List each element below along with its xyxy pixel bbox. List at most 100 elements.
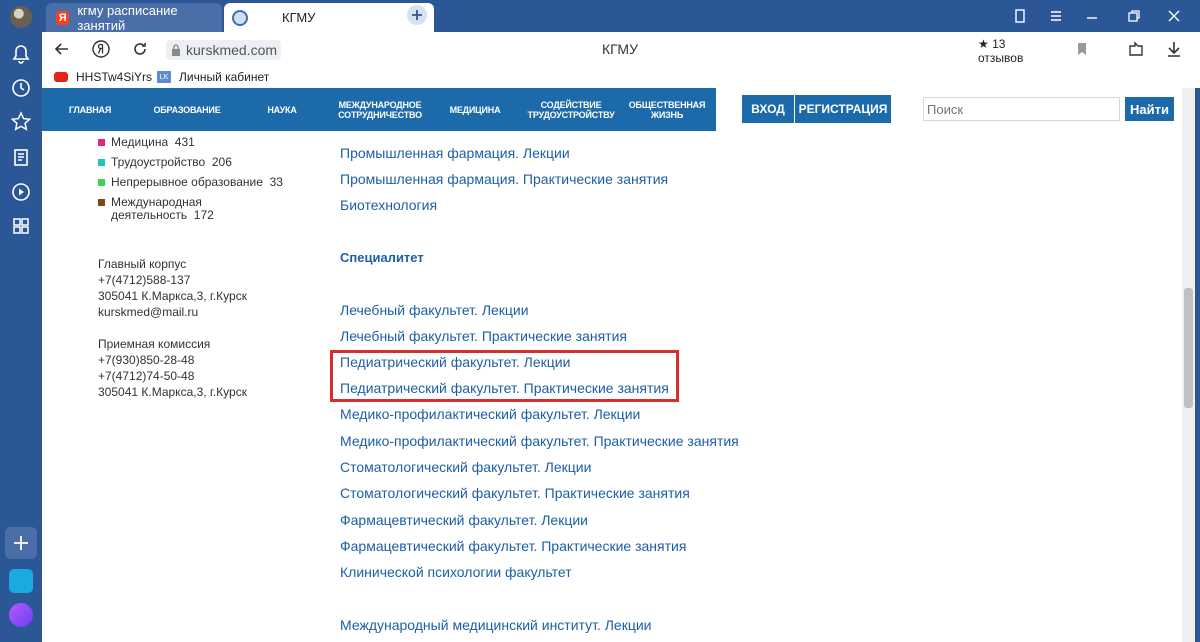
window-frame-edge	[1195, 88, 1200, 642]
browser-sidebar	[0, 0, 42, 642]
highlight-box	[330, 350, 679, 402]
cabinet-icon: LK	[157, 71, 171, 83]
restore-icon[interactable]	[1124, 6, 1144, 26]
stat-color-dot	[98, 199, 105, 206]
contact-phone[interactable]: +7(4712)74-50-48	[98, 368, 247, 384]
close-window-icon[interactable]	[1164, 6, 1184, 26]
yandex-logo-icon[interactable]	[91, 39, 111, 59]
nav-employment[interactable]: СОДЕЙСТВИЕ ТРУДОУСТРОЙСТВУ	[524, 88, 618, 131]
nav-science[interactable]: НАУКА	[260, 88, 304, 131]
contact-email[interactable]: kurskmed@mail.ru	[98, 304, 247, 320]
stat-color-dot	[98, 159, 105, 166]
bookmark-icon[interactable]	[1072, 39, 1092, 59]
contacts-main-building: Главный корпус +7(4712)588-137 305041 К.…	[98, 256, 247, 320]
search-button[interactable]: Найти	[1125, 97, 1174, 121]
site-main-nav: ГЛАВНАЯ ОБРАЗОВАНИЕ НАУКА МЕЖДУНАРОДНОЕ …	[42, 88, 716, 131]
section-title-specialist: Специалитет	[340, 250, 424, 265]
star-icon: ★	[978, 37, 989, 51]
contact-phone[interactable]: +7(930)850-28-48	[98, 352, 247, 368]
bell-icon[interactable]	[9, 43, 33, 67]
profile-avatar[interactable]	[10, 6, 32, 28]
stat-color-dot	[98, 139, 105, 146]
scrollbar-thumb[interactable]	[1184, 288, 1193, 408]
yandex-icon: Я	[56, 10, 70, 25]
bookmark-youtube[interactable]: HHSTw4SiYrs	[54, 70, 152, 84]
tab-label: кгму расписание занятий	[77, 2, 178, 33]
contact-heading: Приемная комиссия	[98, 337, 211, 351]
contact-heading: Главный корпус	[98, 257, 187, 271]
url-text: kurskmed.com	[186, 42, 278, 58]
messenger-app-icon[interactable]	[9, 569, 33, 593]
web-page: ГЛАВНАЯ ОБРАЗОВАНИЕ НАУКА МЕЖДУНАРОДНОЕ …	[42, 88, 1182, 642]
link-international-institute-lectures[interactable]: Международный медицинский институт. Лекц…	[340, 617, 652, 633]
star-icon[interactable]	[9, 110, 33, 134]
link-preventive-medicine-practice[interactable]: Медико-профилактический факультет. Практ…	[340, 433, 739, 449]
alice-assistant-icon[interactable]	[9, 603, 33, 627]
link-biotechnology[interactable]: Биотехнология	[340, 197, 437, 213]
contacts-admission: Приемная комиссия +7(930)850-28-48 +7(47…	[98, 336, 247, 400]
tab-strip: Я кгму расписание занятий КГМУ	[42, 0, 1200, 33]
nav-medicine[interactable]: МЕДИЦИНА	[442, 88, 508, 131]
link-general-medicine-practice[interactable]: Лечебный факультет. Практические занятия	[340, 328, 627, 344]
url-field[interactable]: kurskmed.com	[166, 40, 282, 60]
stat-label: Трудоустройство	[111, 155, 206, 169]
stat-international[interactable]: Международная деятельность 172	[98, 196, 228, 222]
minimize-icon[interactable]	[1082, 6, 1102, 26]
add-panel-button[interactable]	[5, 527, 37, 559]
new-tab-button[interactable]	[407, 5, 427, 25]
site-favicon-icon	[232, 9, 248, 26]
tab-search[interactable]: Я кгму расписание занятий	[46, 2, 222, 33]
stat-count: 206	[211, 155, 232, 169]
site-search-input[interactable]	[923, 97, 1120, 121]
stat-label: Международная деятельность	[111, 195, 202, 222]
extensions-icon[interactable]	[1126, 39, 1146, 59]
apps-grid-icon[interactable]	[9, 214, 33, 238]
login-button[interactable]: ВХОД	[742, 95, 794, 123]
lock-icon	[172, 44, 180, 56]
youtube-icon	[54, 72, 68, 82]
history-clock-icon[interactable]	[9, 76, 33, 100]
nav-home[interactable]: ГЛАВНАЯ	[62, 88, 118, 131]
contact-address: 305041 К.Маркса,3, г.Курск	[98, 289, 247, 303]
stat-medicine[interactable]: Медицина 431	[98, 136, 318, 149]
collections-icon[interactable]	[9, 145, 33, 169]
link-dentistry-lectures[interactable]: Стоматологический факультет. Лекции	[340, 459, 591, 475]
tab-kgmu[interactable]: КГМУ	[224, 3, 434, 32]
stat-employment[interactable]: Трудоустройство 206	[98, 156, 318, 169]
tab-label: КГМУ	[282, 10, 316, 25]
register-button[interactable]: РЕГИСТРАЦИЯ	[795, 95, 891, 123]
bookmark-label: Личный кабинет	[179, 70, 270, 84]
menu-hamburger-icon[interactable]	[1046, 6, 1066, 26]
nav-education[interactable]: ОБРАЗОВАНИЕ	[146, 88, 228, 131]
link-industrial-pharmacy-lectures[interactable]: Промышленная фармация. Лекции	[340, 145, 570, 161]
stat-color-dot	[98, 179, 105, 186]
link-general-medicine-lectures[interactable]: Лечебный факультет. Лекции	[340, 302, 529, 318]
link-clinical-psychology[interactable]: Клинической психологии факультет	[340, 564, 572, 580]
contact-phone[interactable]: +7(4712)588-137	[98, 272, 247, 288]
nav-international[interactable]: МЕЖДУНАРОДНОЕ СОТРУДНИЧЕСТВО	[332, 88, 428, 131]
bookmarks-bar: HHSTw4SiYrs LK Личный кабинет	[42, 66, 1200, 88]
link-pharmacy-practice[interactable]: Фармацевтический факультет. Практические…	[340, 538, 686, 554]
link-pharmacy-lectures[interactable]: Фармацевтический факультет. Лекции	[340, 512, 588, 528]
stat-label: Непрерывное образование	[111, 175, 263, 189]
category-stats: Медицина 431 Трудоустройство 206 Непреры…	[98, 136, 318, 229]
page-scrollbar[interactable]	[1182, 88, 1195, 642]
link-dentistry-practice[interactable]: Стоматологический факультет. Практически…	[340, 485, 690, 501]
reload-icon[interactable]	[130, 39, 150, 59]
download-icon[interactable]	[1164, 39, 1184, 59]
bookmark-label: HHSTw4SiYrs	[76, 70, 153, 84]
nav-social-life[interactable]: ОБЩЕСТВЕННАЯ ЖИЗНЬ	[628, 88, 706, 131]
video-play-icon[interactable]	[9, 180, 33, 204]
link-industrial-pharmacy-practice[interactable]: Промышленная фармация. Практические заня…	[340, 171, 668, 187]
stat-continuing-education[interactable]: Непрерывное образование 33	[98, 176, 318, 189]
stat-count: 33	[269, 175, 283, 189]
link-preventive-medicine-lectures[interactable]: Медико-профилактический факультет. Лекци…	[340, 406, 640, 422]
page-title: КГМУ	[602, 41, 638, 57]
address-bar: kurskmed.com КГМУ ★ 13 отзывов	[42, 32, 1200, 71]
stat-count: 172	[193, 208, 214, 222]
stat-count: 431	[174, 135, 195, 149]
back-arrow-icon[interactable]	[52, 39, 72, 59]
stat-label: Медицина	[111, 135, 169, 149]
bookmark-cabinet[interactable]: LK Личный кабинет	[157, 70, 269, 84]
bookmark-manager-icon[interactable]	[1010, 6, 1030, 26]
